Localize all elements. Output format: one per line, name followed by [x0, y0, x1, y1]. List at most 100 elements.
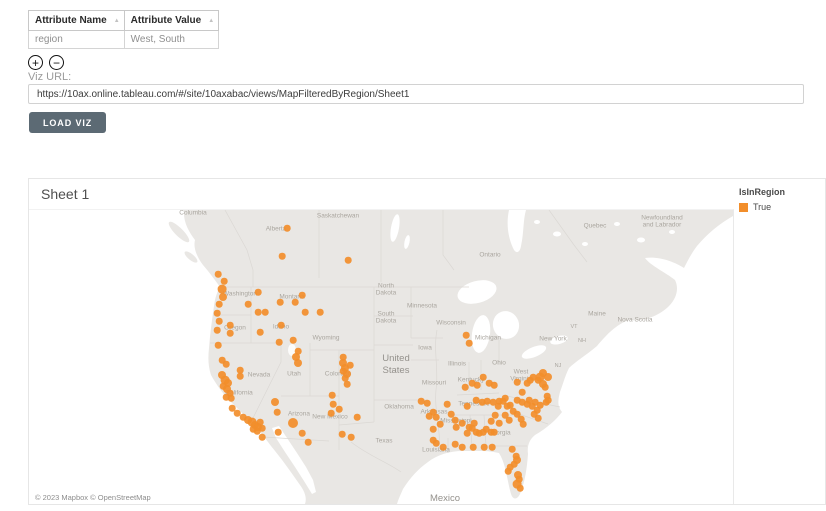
column-header[interactable]: Attribute Value▲ [124, 11, 219, 31]
map-mark[interactable] [488, 418, 495, 425]
map-mark[interactable] [495, 403, 502, 410]
map-mark[interactable] [328, 410, 335, 417]
map-mark[interactable] [255, 289, 262, 296]
map-mark[interactable] [433, 414, 440, 421]
map-mark[interactable] [288, 418, 298, 428]
map-mark[interactable] [459, 444, 466, 451]
map-mark[interactable] [221, 278, 228, 285]
map-mark[interactable] [214, 310, 221, 317]
map-mark[interactable] [440, 444, 447, 451]
map-mark[interactable] [481, 444, 488, 451]
legend-item[interactable]: True [739, 202, 819, 212]
map-mark[interactable] [276, 339, 283, 346]
table-cell[interactable]: West, South [124, 31, 219, 49]
map-mark[interactable] [459, 420, 466, 427]
map-mark[interactable] [491, 382, 498, 389]
map-mark[interactable] [489, 444, 496, 451]
map-mark[interactable] [227, 322, 234, 329]
map-mark[interactable] [473, 429, 480, 436]
map-mark[interactable] [292, 299, 299, 306]
map-mark[interactable] [245, 301, 252, 308]
table-cell[interactable]: region [29, 31, 125, 49]
map-mark[interactable] [257, 329, 264, 336]
map-mark[interactable] [430, 426, 437, 433]
map-mark[interactable] [279, 253, 286, 260]
map-mark[interactable] [348, 434, 355, 441]
map-canvas[interactable]: ColumbiaAlbertaSaskatchewanOntarioQuebec… [29, 209, 734, 504]
map-mark[interactable] [219, 293, 227, 301]
map-mark[interactable] [228, 395, 235, 402]
map-mark[interactable] [433, 440, 440, 447]
map-mark[interactable] [424, 400, 431, 407]
viz-url-input[interactable] [28, 84, 804, 104]
map-mark[interactable] [437, 421, 444, 428]
map-mark[interactable] [278, 322, 285, 329]
map-mark[interactable] [462, 384, 469, 391]
map-mark[interactable] [223, 361, 230, 368]
map-mark[interactable] [302, 309, 309, 316]
map-mark[interactable] [464, 403, 471, 410]
map-mark[interactable] [519, 389, 526, 396]
basemap [29, 210, 733, 504]
map-mark[interactable] [317, 309, 324, 316]
map-mark[interactable] [259, 434, 266, 441]
map-mark[interactable] [215, 342, 222, 349]
map-mark[interactable] [506, 417, 513, 424]
sheet-title: Sheet 1 [41, 186, 89, 202]
remove-attribute-button[interactable]: − [49, 55, 64, 70]
map-mark[interactable] [275, 429, 282, 436]
map-mark[interactable] [227, 330, 234, 337]
map-mark[interactable] [259, 425, 266, 432]
map-mark[interactable] [466, 340, 473, 347]
map-mark[interactable] [339, 431, 346, 438]
map-mark[interactable] [426, 413, 433, 420]
map-mark[interactable] [274, 409, 281, 416]
map-mark[interactable] [470, 444, 477, 451]
map-mark[interactable] [216, 318, 223, 325]
map-mark[interactable] [517, 485, 524, 492]
map-mark[interactable] [496, 420, 503, 427]
attribute-table-body: regionWest, South [29, 31, 219, 49]
map-mark[interactable] [452, 441, 459, 448]
map-mark[interactable] [336, 406, 343, 413]
map-mark[interactable] [491, 429, 498, 436]
map-mark[interactable] [329, 392, 336, 399]
map-mark[interactable] [255, 309, 262, 316]
add-attribute-button[interactable]: + [28, 55, 43, 70]
attribute-table-header-row: Attribute Name▲Attribute Value▲ [29, 11, 219, 31]
map-mark[interactable] [271, 398, 279, 406]
map-mark[interactable] [277, 299, 284, 306]
map-mark[interactable] [463, 332, 470, 339]
map-mark[interactable] [237, 373, 244, 380]
map-mark[interactable] [214, 327, 221, 334]
map-mark[interactable] [216, 301, 223, 308]
map-mark[interactable] [542, 384, 549, 391]
map-mark[interactable] [535, 415, 542, 422]
map-mark[interactable] [344, 381, 351, 388]
column-header[interactable]: Attribute Name▲ [29, 11, 125, 31]
map-mark[interactable] [492, 412, 499, 419]
map-mark[interactable] [545, 397, 552, 404]
map-mark[interactable] [444, 401, 451, 408]
map-mark[interactable] [452, 417, 459, 424]
map-mark[interactable] [294, 359, 302, 367]
load-viz-button[interactable]: LOAD VIZ [29, 112, 106, 133]
map-mark[interactable] [290, 337, 297, 344]
map-mark[interactable] [215, 271, 222, 278]
legend-items: True [739, 202, 819, 212]
map-mark[interactable] [299, 430, 306, 437]
map-mark[interactable] [509, 446, 516, 453]
map-mark[interactable] [299, 292, 306, 299]
map-mark[interactable] [354, 414, 361, 421]
map-mark[interactable] [520, 421, 527, 428]
map-mark[interactable] [480, 374, 487, 381]
map-mark[interactable] [505, 468, 512, 475]
map-mark[interactable] [305, 439, 312, 446]
map-mark[interactable] [262, 309, 269, 316]
map-mark[interactable] [474, 382, 481, 389]
viz-url-label: Viz URL: [28, 71, 71, 83]
map-mark[interactable] [514, 379, 521, 386]
map-mark[interactable] [347, 362, 354, 369]
map-mark[interactable] [284, 225, 291, 232]
map-mark[interactable] [345, 257, 352, 264]
